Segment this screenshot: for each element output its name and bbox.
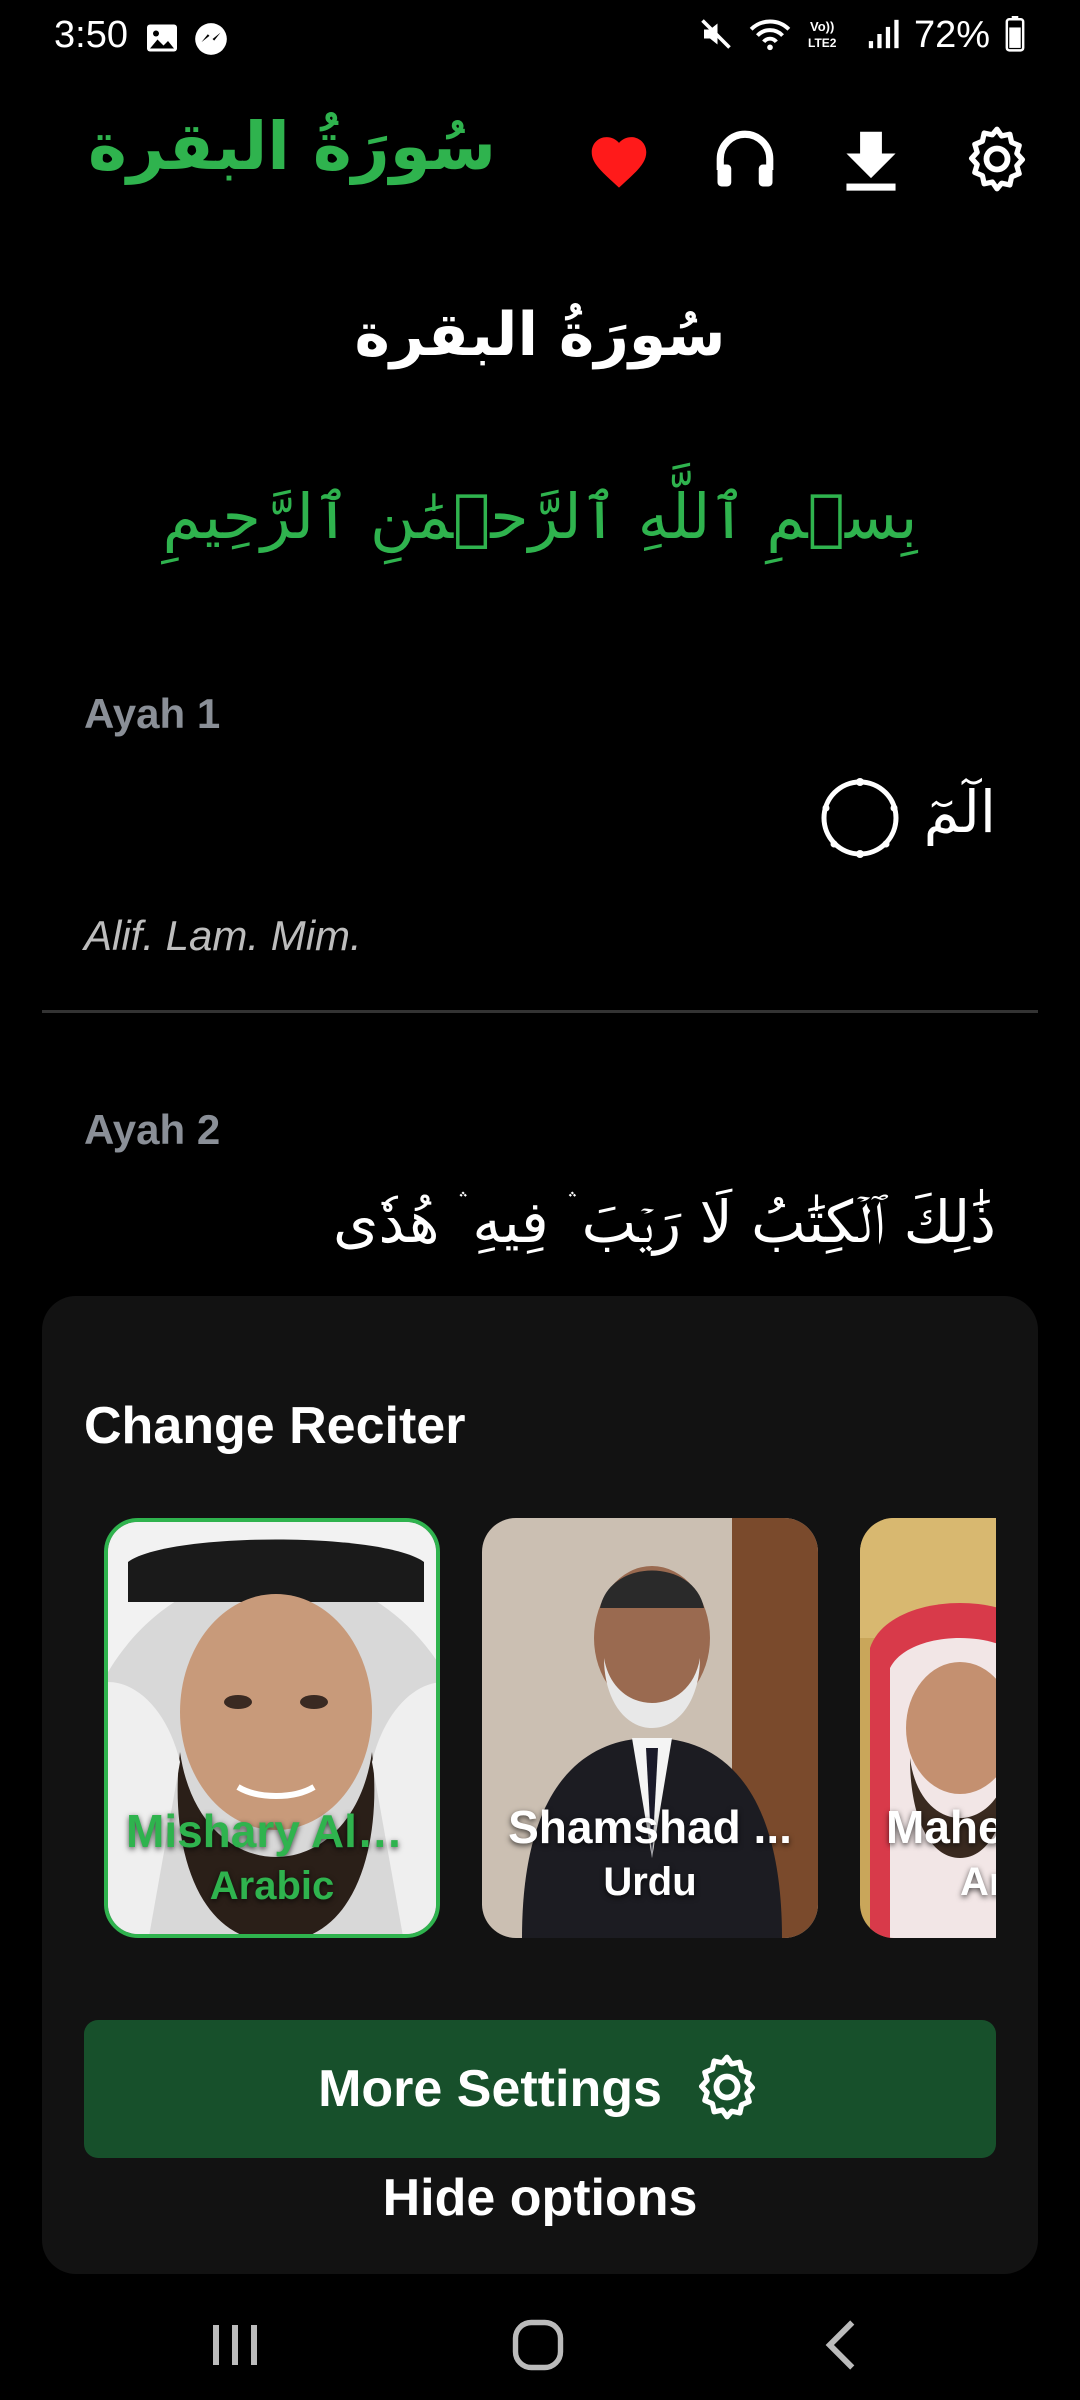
bismillah: بِسۡمِ ٱللَّهِ ٱلرَّحۡمَٰنِ ٱلرَّحِيمِ (162, 480, 918, 553)
ayah-translation: Alif. Lam. Mim. (84, 912, 362, 959)
surah-heading: سُورَةُ البقرة (354, 300, 726, 370)
gallery-icon (144, 20, 180, 62)
status-time: 3:50 (54, 14, 128, 56)
reciter-language: Urdu (603, 1860, 697, 1904)
back-icon[interactable] (806, 2310, 876, 2380)
reciter-name: Mahe (886, 1801, 996, 1853)
home-icon[interactable] (503, 2310, 573, 2380)
ayah-arabic-text[interactable]: الٓمٓ (924, 778, 996, 846)
signal-icon (866, 17, 900, 55)
system-nav-bar (0, 2280, 1080, 2400)
recent-apps-icon[interactable] (200, 2310, 270, 2380)
more-settings-button[interactable]: More Settings (84, 2020, 996, 2158)
messenger-icon (192, 20, 230, 62)
svg-text:LTE2: LTE2 (808, 36, 837, 50)
reciter-language: Arabic (209, 1864, 335, 1908)
ayah-arabic-text[interactable]: ذَٰلِكَ ٱلۡكِتَٰبُ لَا رَيۡبَ ۛ فِيهِ ۛ … (333, 1188, 996, 1257)
mute-icon (698, 16, 734, 56)
ayah-label: Ayah 2 (84, 1106, 221, 1153)
settings-icon (692, 2052, 762, 2126)
volte-icon: Vo)) LTE2 (806, 16, 852, 56)
reciter-language: Ar (960, 1860, 996, 1904)
reciter-carousel[interactable]: Mishary Ala... Arabic Shamshad ... Urdu (104, 1518, 996, 1938)
status-bar: 3:50 Vo)) LTE2 72% (0, 0, 1080, 80)
ayah-divider (42, 1010, 1038, 1013)
reciter-name: Mishary Ala... (126, 1805, 421, 1857)
top-app-bar: سُورَةُ البقرة (0, 100, 1080, 220)
reciter-card[interactable]: Mishary Ala... Arabic (104, 1518, 440, 1938)
download-icon[interactable] (834, 122, 908, 196)
headphones-icon[interactable] (708, 122, 782, 196)
heart-icon[interactable] (582, 122, 656, 196)
app-title: سُورَةُ البقرة (88, 108, 497, 185)
ayah-end-marker-icon (820, 778, 900, 858)
reciter-bottom-sheet: Change Reciter Mishary Ala... Arabic Sha… (42, 1296, 1038, 2274)
reciter-name: Shamshad ... (508, 1801, 792, 1853)
reciter-card[interactable]: Mahe Ar (860, 1518, 996, 1938)
wifi-icon (748, 16, 792, 56)
reciter-card[interactable]: Shamshad ... Urdu (482, 1518, 818, 1938)
hide-options-button[interactable]: Hide options (42, 2168, 1038, 2228)
battery-percentage: 72% (913, 14, 990, 56)
battery-icon (1004, 15, 1026, 56)
svg-text:Vo)): Vo)) (810, 19, 834, 34)
settings-icon[interactable] (960, 122, 1034, 196)
sheet-title: Change Reciter (84, 1397, 466, 1455)
ayah-label: Ayah 1 (84, 690, 221, 737)
more-settings-label: More Settings (318, 2060, 662, 2118)
